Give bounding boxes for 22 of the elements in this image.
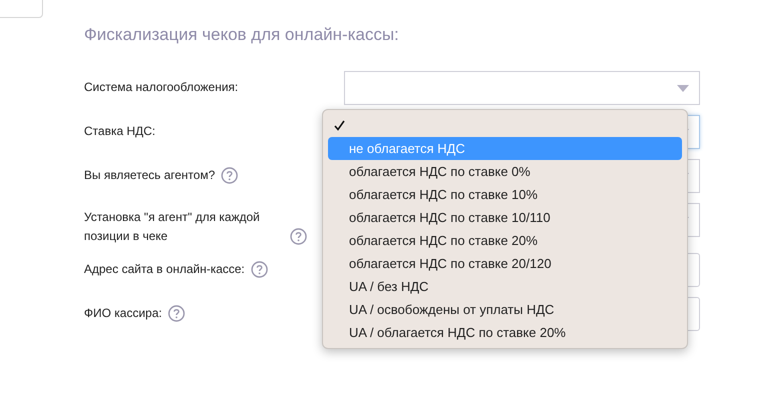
menu-option[interactable]: UA / освобождены от уплаты НДС	[328, 298, 682, 321]
field-label: Установка "я агент" для каждой позиции в чеке	[84, 209, 261, 245]
caret-icon	[677, 84, 689, 92]
field-label: Адрес сайта в онлайн-кассе:	[84, 261, 245, 278]
checkmark-icon	[334, 120, 345, 131]
menu-option[interactable]: облагается НДС по ставке 20%	[328, 229, 682, 252]
menu-option[interactable]: UA / без НДС	[328, 275, 682, 298]
help-icon[interactable]	[250, 261, 268, 278]
select-field[interactable]	[344, 71, 700, 105]
help-icon[interactable]	[290, 228, 307, 245]
field-label: Вы являетесь агентом?	[84, 167, 216, 184]
menu-option[interactable]: UA / облагается НДС по ставке 20%	[328, 321, 682, 344]
field-label: Система налогообложения:	[84, 79, 238, 96]
field-label: ФИО кассира:	[84, 305, 162, 322]
menu-option[interactable]: облагается НДС по ставке 20/120	[328, 252, 682, 275]
help-icon[interactable]	[168, 305, 185, 322]
menu-option[interactable]: облагается НДС по ставке 10/110	[328, 206, 682, 229]
help-icon[interactable]	[221, 167, 238, 184]
menu-option[interactable]: облагается НДС по ставке 0%	[328, 160, 682, 183]
field-label: Ставка НДС:	[84, 123, 156, 140]
menu-option[interactable]: облагается НДС по ставке 10%	[328, 183, 682, 206]
section-heading: Фискализация чеков для онлайн-кассы:	[84, 24, 400, 46]
